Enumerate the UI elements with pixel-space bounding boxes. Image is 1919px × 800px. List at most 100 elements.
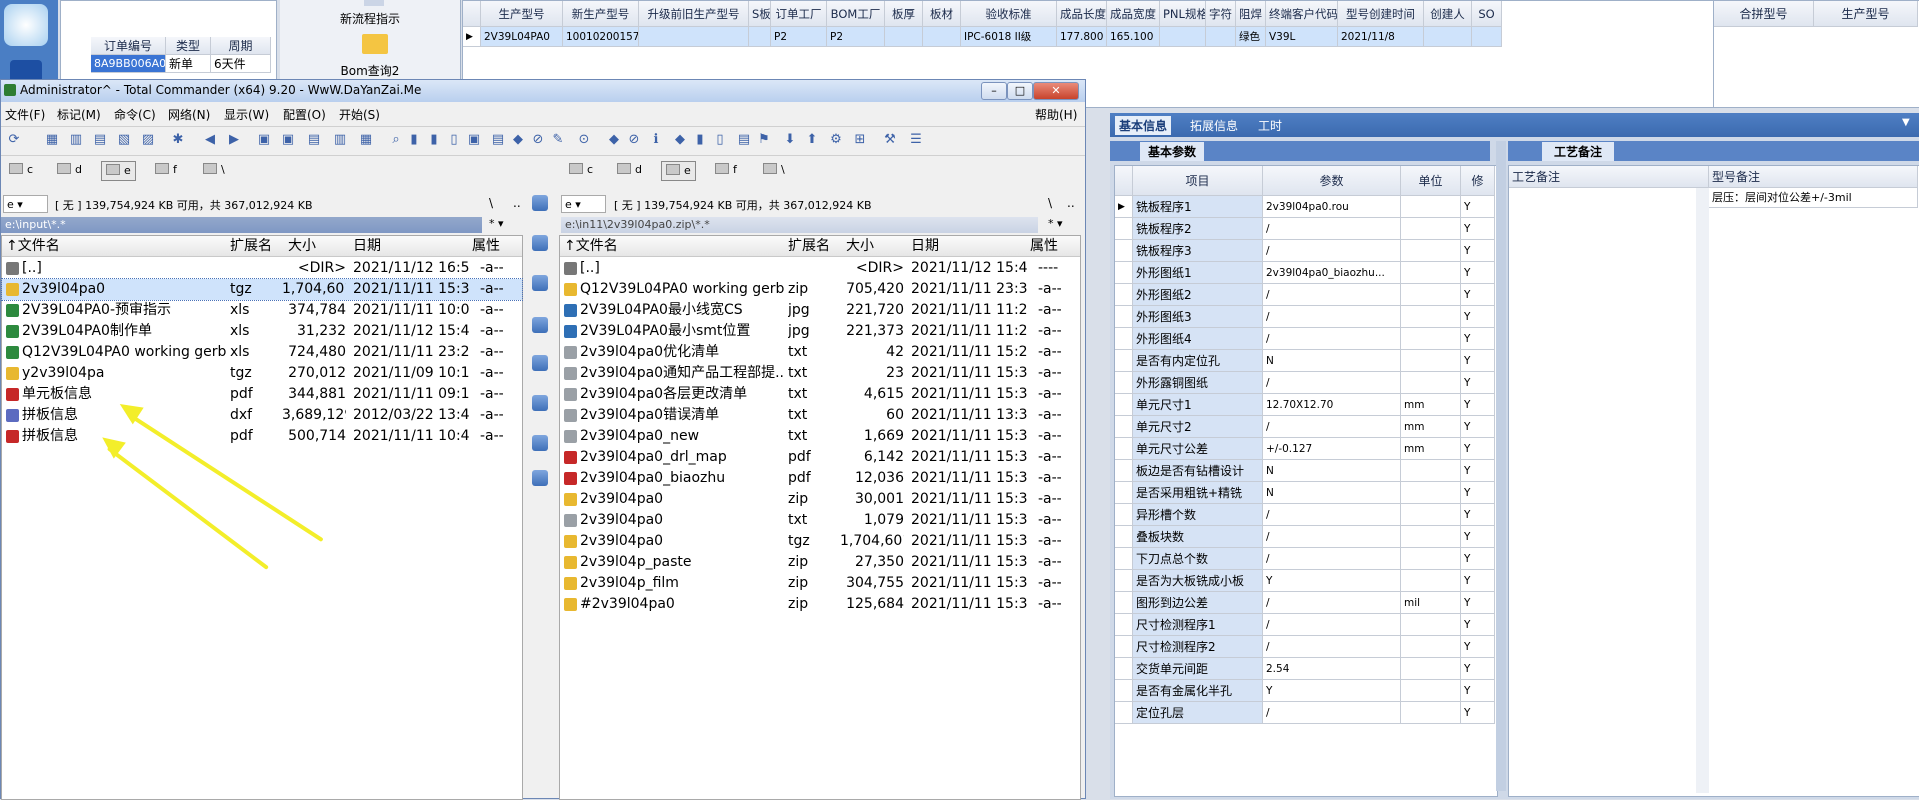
right-header-col[interactable]: 属性 <box>1030 236 1074 256</box>
file-row[interactable]: y2v39l04pa tgz 270,012 2021/11/09 10:16 -a-- <box>2 363 522 384</box>
file-row[interactable]: 2V39L04PA0最小smt位置 jpg 221,373 2021/11/11 11… <box>560 321 1080 342</box>
tab-basic-params[interactable]: 基本参数 <box>1140 142 1205 161</box>
params-cell[interactable]: / <box>1263 284 1401 306</box>
right-drive-button[interactable]: f <box>711 161 741 179</box>
params-cell[interactable]: 图形到边公差 <box>1133 592 1263 614</box>
menu-commands[interactable]: 命令(C) <box>114 106 156 123</box>
params-cell[interactable]: mm <box>1401 394 1461 416</box>
left-header-col[interactable]: 扩展名 <box>230 236 288 256</box>
left-drive-button[interactable]: d <box>53 161 86 179</box>
right-path-bar[interactable]: e:\in11\2v39l04pa0.zip\*.* <box>561 217 1038 233</box>
params-cell[interactable]: / <box>1263 614 1401 636</box>
toolbar-button-icon[interactable]: ▧ <box>115 131 133 149</box>
toolbar-button-icon[interactable]: ▣ <box>465 131 483 149</box>
params-cell[interactable]: Y <box>1461 284 1495 306</box>
params-cell[interactable] <box>1401 482 1461 504</box>
top-grid-cell[interactable]: 10010200157937 <box>563 27 639 47</box>
top-grid-cell[interactable] <box>1424 27 1472 47</box>
params-cell[interactable]: / <box>1263 504 1401 526</box>
top-grid-header[interactable]: BOM工厂 <box>827 1 885 27</box>
file-row[interactable]: 2v39l04pa0错误清单 txt 60 2021/11/11 13:39 -a-- <box>560 405 1080 426</box>
toolbar-button-icon[interactable]: ◆ <box>605 131 623 149</box>
params-cell[interactable] <box>1401 702 1461 724</box>
left-drive-button[interactable]: \ <box>199 161 229 179</box>
toolbar-button-icon[interactable]: ◆ <box>671 131 689 149</box>
params-cell[interactable]: / <box>1263 702 1401 724</box>
params-cell[interactable]: Y <box>1461 196 1495 218</box>
file-row[interactable]: 2v39l04pa0 zip 30,001 2021/11/11 15:33 -a-- <box>560 489 1080 510</box>
file-row[interactable]: Q12V39L04PA0 working gerb.. zip 705,420 202… <box>560 279 1080 300</box>
tab-process-notes[interactable]: 工艺备注 <box>1542 142 1615 161</box>
params-cell[interactable]: 板边是否有钻槽设计 <box>1133 460 1263 482</box>
params-cell[interactable]: N <box>1263 460 1401 482</box>
params-cell[interactable]: 外形露铜图纸 <box>1133 372 1263 394</box>
top-grid-header[interactable]: 阻焊 <box>1236 1 1266 27</box>
params-cell[interactable]: Y <box>1461 416 1495 438</box>
top-grid-header[interactable]: 型号创建时间 <box>1338 1 1424 27</box>
params-cell[interactable]: Y <box>1461 460 1495 482</box>
params-cell[interactable] <box>1401 548 1461 570</box>
params-cell[interactable]: Y <box>1461 570 1495 592</box>
params-cell[interactable]: Y <box>1461 306 1495 328</box>
params-cell[interactable]: 叠板块数 <box>1133 526 1263 548</box>
params-cell[interactable]: 12.70X12.70 <box>1263 394 1401 416</box>
toolbar-button-icon[interactable]: ▮ <box>405 131 423 149</box>
params-cell[interactable]: N <box>1263 482 1401 504</box>
params-cell[interactable]: 外形图纸3 <box>1133 306 1263 328</box>
params-cell[interactable]: / <box>1263 372 1401 394</box>
top-grid-header[interactable]: PNL规格 <box>1160 1 1206 27</box>
left-drive-button[interactable]: f <box>151 161 181 179</box>
side-button-icon[interactable] <box>532 435 548 451</box>
toolbar-button-icon[interactable]: ⟳ <box>5 131 23 149</box>
params-cell[interactable]: mm <box>1401 438 1461 460</box>
toolbar-button-icon[interactable]: ▶ <box>225 131 243 149</box>
right-drive-select[interactable]: e ▾ <box>561 195 606 213</box>
params-cell[interactable]: Y <box>1461 658 1495 680</box>
top-grid-cell[interactable]: 177.800 <box>1057 27 1107 47</box>
params-cell[interactable]: Y <box>1263 680 1401 702</box>
toolbar-button-icon[interactable]: ✎ <box>549 131 567 149</box>
file-row[interactable]: [..] <DIR> 2021/11/12 16:59 -a-- <box>2 258 522 279</box>
top-grid-header[interactable]: 字符 <box>1206 1 1236 27</box>
menu-file[interactable]: 文件(F) <box>5 106 45 123</box>
top-grid-header[interactable]: SO <box>1472 1 1502 27</box>
top-grid-cell[interactable] <box>639 27 749 47</box>
toolbar-button-icon[interactable]: ℹ <box>647 131 665 149</box>
params-cell[interactable] <box>1401 372 1461 394</box>
params-cell[interactable]: Y <box>1461 526 1495 548</box>
orders-cell-cycle[interactable]: 6天件 <box>211 55 271 73</box>
splitter[interactable] <box>1496 141 1506 791</box>
params-cell[interactable]: Y <box>1461 504 1495 526</box>
file-row[interactable]: 2v39l04pa0_drl_map pdf 6,142 2021/11/11 15:… <box>560 447 1080 468</box>
left-header-col[interactable]: 大小 <box>288 236 350 256</box>
params-cell[interactable]: Y <box>1461 438 1495 460</box>
right-filter-button[interactable]: * ▾ <box>1048 217 1063 230</box>
side-button-icon[interactable] <box>532 275 548 291</box>
menu-mark[interactable]: 标记(M) <box>57 106 101 123</box>
file-row[interactable]: #2v39l04pa0 zip 125,684 2021/11/11 15:32 -a-… <box>560 594 1080 615</box>
params-cell[interactable]: / <box>1263 306 1401 328</box>
params-cell[interactable] <box>1401 240 1461 262</box>
model-note-value[interactable]: 层压：层间对位公差+/-3mil <box>1709 188 1918 208</box>
params-cell[interactable]: / <box>1263 636 1401 658</box>
toolbar-button-icon[interactable]: ▮ <box>691 131 709 149</box>
file-row[interactable]: 2v39l04pa0_new txt 1,669 2021/11/11 15:30 -a… <box>560 426 1080 447</box>
right-root-button[interactable]: \ <box>1048 196 1052 210</box>
orders-header-id[interactable]: 订单编号 <box>91 37 166 55</box>
menu-start[interactable]: 开始(S) <box>339 106 380 123</box>
params-cell[interactable]: 单元尺寸1 <box>1133 394 1263 416</box>
params-cell[interactable]: 尺寸检测程序2 <box>1133 636 1263 658</box>
top-grid-cell[interactable]: IPC-6018 II级 <box>961 27 1057 47</box>
orders-header-type[interactable]: 类型 <box>166 37 211 55</box>
right-header-col[interactable]: 大小 <box>846 236 908 256</box>
orders-header-cycle[interactable]: 周期 <box>211 37 271 55</box>
top-grid-header[interactable]: 新生产型号 <box>563 1 639 27</box>
params-cell[interactable] <box>1401 504 1461 526</box>
top-grid-header[interactable]: 生产型号 <box>481 1 563 27</box>
params-cell[interactable]: / <box>1263 328 1401 350</box>
tab-extended-info[interactable]: 拓展信息 <box>1190 117 1238 134</box>
tab-dropdown-icon[interactable]: ▼ <box>1902 117 1910 128</box>
toolbar-button-icon[interactable]: ⊙ <box>575 131 593 149</box>
right-drive-button[interactable]: d <box>613 161 646 179</box>
params-cell[interactable]: Y <box>1461 262 1495 284</box>
